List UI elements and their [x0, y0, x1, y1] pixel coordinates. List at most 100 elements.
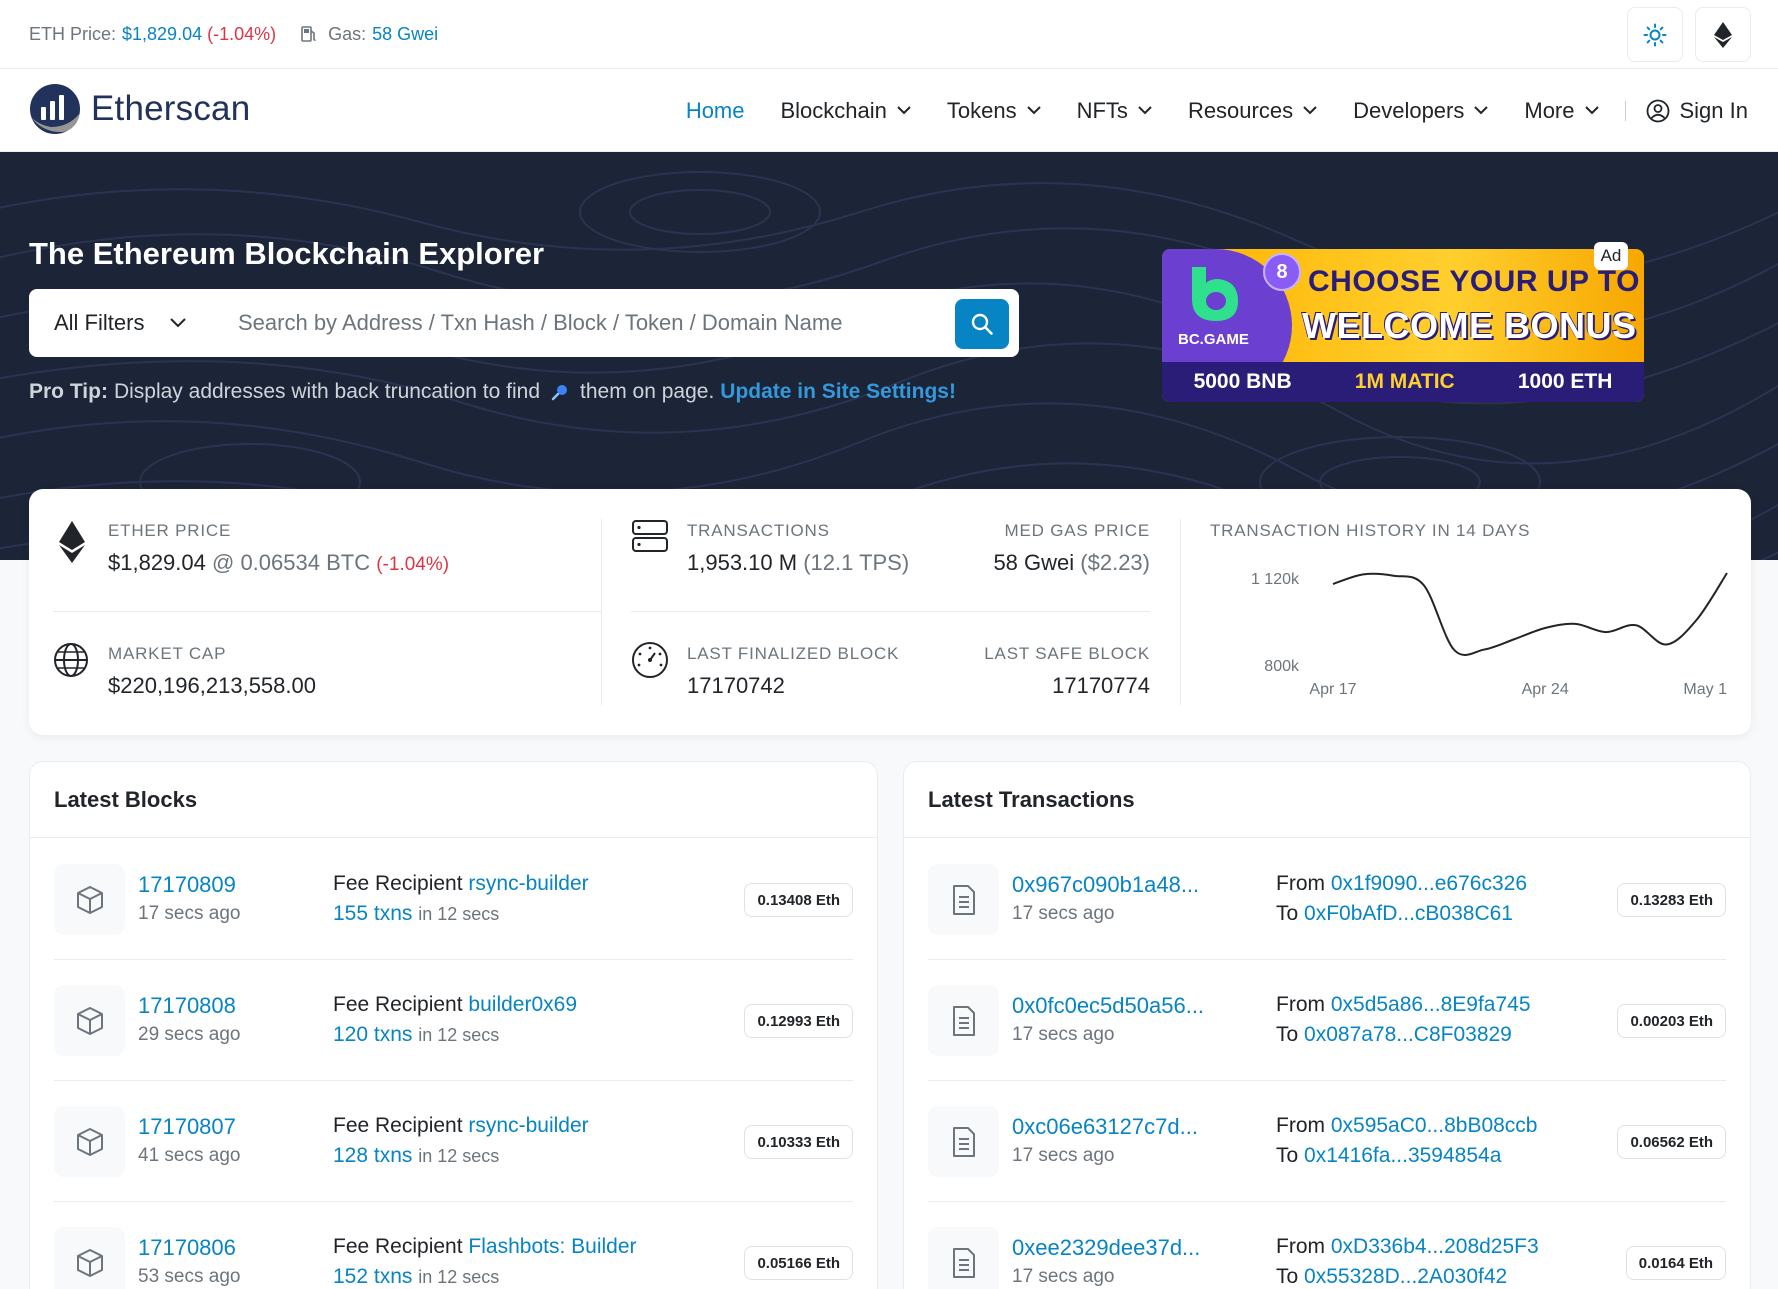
ad-headline-2: WELCOME BONUS: [1302, 305, 1637, 346]
from-address-link[interactable]: 0xD336b4...208d25F3: [1331, 1235, 1539, 1258]
to-label: To: [1276, 902, 1299, 925]
block-reward-badge[interactable]: 0.10333 Eth: [744, 1125, 853, 1159]
tx-history-point[interactable]: [1451, 647, 1457, 653]
block-number-link[interactable]: 17170806: [138, 1235, 236, 1261]
block-txns-link[interactable]: 120 txns: [333, 1023, 412, 1046]
theme-toggle-button[interactable]: [1627, 7, 1683, 62]
market-cap-value[interactable]: $220,196,213,558.00: [108, 673, 316, 699]
block-reward-badge[interactable]: 0.05166 Eth: [744, 1246, 853, 1280]
finalized-block-label: LAST FINALIZED BLOCK: [687, 644, 900, 663]
block-age: 29 secs ago: [138, 1024, 241, 1045]
transaction-hash-link[interactable]: 0xee2329dee37d...: [1012, 1235, 1200, 1261]
to-address-link[interactable]: 0xF0bAfD...cB038C61: [1304, 902, 1513, 925]
eth-price-value[interactable]: $1,829.04: [122, 24, 202, 45]
transaction-value-badge[interactable]: 0.0164 Eth: [1625, 1246, 1726, 1280]
ad-banner[interactable]: BC.GAME 8 CHOOSE YOUR UP TO WELCOME BONU…: [1162, 249, 1644, 402]
transaction-value-badge[interactable]: 0.06562 Eth: [1617, 1125, 1726, 1159]
ether-price-value[interactable]: $1,829.04: [108, 550, 206, 575]
safe-block-value[interactable]: 17170774: [984, 673, 1150, 699]
from-address-link[interactable]: 0x595aC0...8bB08ccb: [1331, 1114, 1538, 1137]
to-address-link[interactable]: 0x087a78...C8F03829: [1304, 1023, 1512, 1046]
transaction-age: 17 secs ago: [1012, 1266, 1115, 1287]
nav-resources[interactable]: Resources: [1188, 98, 1317, 124]
block-icon-box: [54, 1227, 125, 1289]
block-reward-badge[interactable]: 0.12993 Eth: [744, 1004, 853, 1038]
search-button[interactable]: [955, 299, 1009, 349]
transaction-hash-link[interactable]: 0x967c090b1a48...: [1012, 872, 1199, 898]
from-label: From: [1276, 1235, 1325, 1258]
gas-info[interactable]: Gas: 58 Gwei: [300, 24, 438, 45]
from-label: From: [1276, 872, 1325, 895]
fee-recipient-link[interactable]: builder0x69: [468, 993, 577, 1016]
nav-home[interactable]: Home: [686, 98, 745, 124]
tx-history-point[interactable]: [1421, 582, 1427, 588]
transaction-from: From 0xD336b4...208d25F3: [1276, 1235, 1539, 1259]
tx-history-point[interactable]: [1360, 571, 1366, 577]
network-button[interactable]: [1695, 7, 1751, 62]
tx-history-point[interactable]: [1542, 625, 1548, 631]
from-address-link[interactable]: 0x5d5a86...8E9fa745: [1331, 993, 1531, 1016]
block-icon-box: [54, 985, 125, 1056]
transaction-from: From 0x5d5a86...8E9fa745: [1276, 993, 1531, 1017]
network-stats-card: ETHER PRICE $1,829.04 @ 0.06534 BTC (-1.…: [29, 489, 1751, 735]
block-txns-link[interactable]: 128 txns: [333, 1144, 412, 1167]
fee-recipient-link[interactable]: Flashbots: Builder: [468, 1235, 636, 1258]
nav-tokens[interactable]: Tokens: [947, 98, 1041, 124]
fee-recipient-label: Fee Recipient: [333, 872, 463, 895]
block-number-link[interactable]: 17170809: [138, 872, 236, 898]
transaction-hash-link[interactable]: 0x0fc0ec5d50a56...: [1012, 993, 1204, 1019]
transaction-age: 17 secs ago: [1012, 1024, 1115, 1045]
to-label: To: [1276, 1023, 1299, 1046]
nav-more[interactable]: More: [1524, 98, 1599, 124]
to-address-link[interactable]: 0x1416fa...3594854a: [1304, 1144, 1501, 1167]
tx-history-point[interactable]: [1663, 642, 1669, 648]
block-txns-link[interactable]: 155 txns: [333, 902, 412, 925]
block-reward-badge[interactable]: 0.13408 Eth: [744, 883, 853, 917]
transactions-value[interactable]: 1,953.10 M: [687, 550, 797, 575]
tx-history-chart[interactable]: 1 120k 800k Apr 17 Apr 24 May 1: [1199, 551, 1729, 711]
nav-nfts[interactable]: NFTs: [1077, 98, 1152, 124]
y-tick-label-bottom: 800k: [1264, 658, 1300, 675]
transaction-document-icon: [952, 1005, 975, 1036]
search-filter-dropdown[interactable]: All Filters: [29, 310, 238, 336]
divider: [631, 611, 1150, 612]
ether-price-label: ETHER PRICE: [108, 521, 232, 540]
block-txns-link[interactable]: 152 txns: [333, 1265, 412, 1288]
filter-label: All Filters: [54, 310, 145, 335]
block-number-link[interactable]: 17170807: [138, 1114, 236, 1140]
tx-history-point[interactable]: [1330, 581, 1336, 587]
fee-recipient: Fee Recipient Flashbots: Builder: [333, 1235, 637, 1259]
nav-blockchain[interactable]: Blockchain: [781, 98, 911, 124]
fee-recipient-link[interactable]: rsync-builder: [468, 1114, 588, 1137]
fee-recipient-link[interactable]: rsync-builder: [468, 872, 588, 895]
tx-history-point[interactable]: [1391, 573, 1397, 579]
transaction-value-badge[interactable]: 0.13283 Eth: [1617, 883, 1726, 917]
tx-history-point[interactable]: [1512, 636, 1518, 642]
fee-recipient: Fee Recipient rsync-builder: [333, 1114, 589, 1138]
tx-history-point[interactable]: [1633, 622, 1639, 628]
tx-history-point[interactable]: [1603, 629, 1609, 635]
ad-label-badge[interactable]: Ad: [1594, 242, 1628, 270]
gas-pump-icon: [301, 26, 316, 42]
latest-transactions-panel: Latest Transactions 0x967c090b1a48... 17 …: [903, 761, 1751, 1289]
site-settings-link[interactable]: Update in Site Settings!: [720, 380, 956, 404]
search-input[interactable]: [238, 298, 938, 348]
tx-history-point[interactable]: [1482, 646, 1488, 652]
tx-history-point[interactable]: [1572, 621, 1578, 627]
tx-history-point[interactable]: [1694, 617, 1700, 623]
nav-developers[interactable]: Developers: [1353, 98, 1489, 124]
block-row: 17170806 53 secs ago Fee Recipient Flashbo…: [54, 1202, 853, 1289]
etherscan-logo[interactable]: Etherscan: [29, 83, 250, 135]
finalized-block-value[interactable]: 17170742: [687, 673, 899, 699]
block-number-link[interactable]: 17170808: [138, 993, 236, 1019]
transaction-row: 0x0fc0ec5d50a56... 17 secs ago From 0x5d5a…: [928, 960, 1726, 1081]
sign-in-button[interactable]: Sign In: [1646, 98, 1748, 124]
market-cap-stat: MARKET CAP $220,196,213,558.00: [108, 644, 316, 699]
transaction-age: 17 secs ago: [1012, 903, 1115, 924]
to-address-link[interactable]: 0x55328D...2A030f42: [1304, 1265, 1507, 1288]
transaction-value-badge[interactable]: 0.00203 Eth: [1617, 1004, 1726, 1038]
transaction-hash-link[interactable]: 0xc06e63127c7d...: [1012, 1114, 1198, 1140]
from-address-link[interactable]: 0x1f9090...e676c326: [1331, 872, 1527, 895]
gas-price-value[interactable]: 58 Gwei: [993, 550, 1074, 575]
transaction-icon-box: [928, 985, 999, 1056]
